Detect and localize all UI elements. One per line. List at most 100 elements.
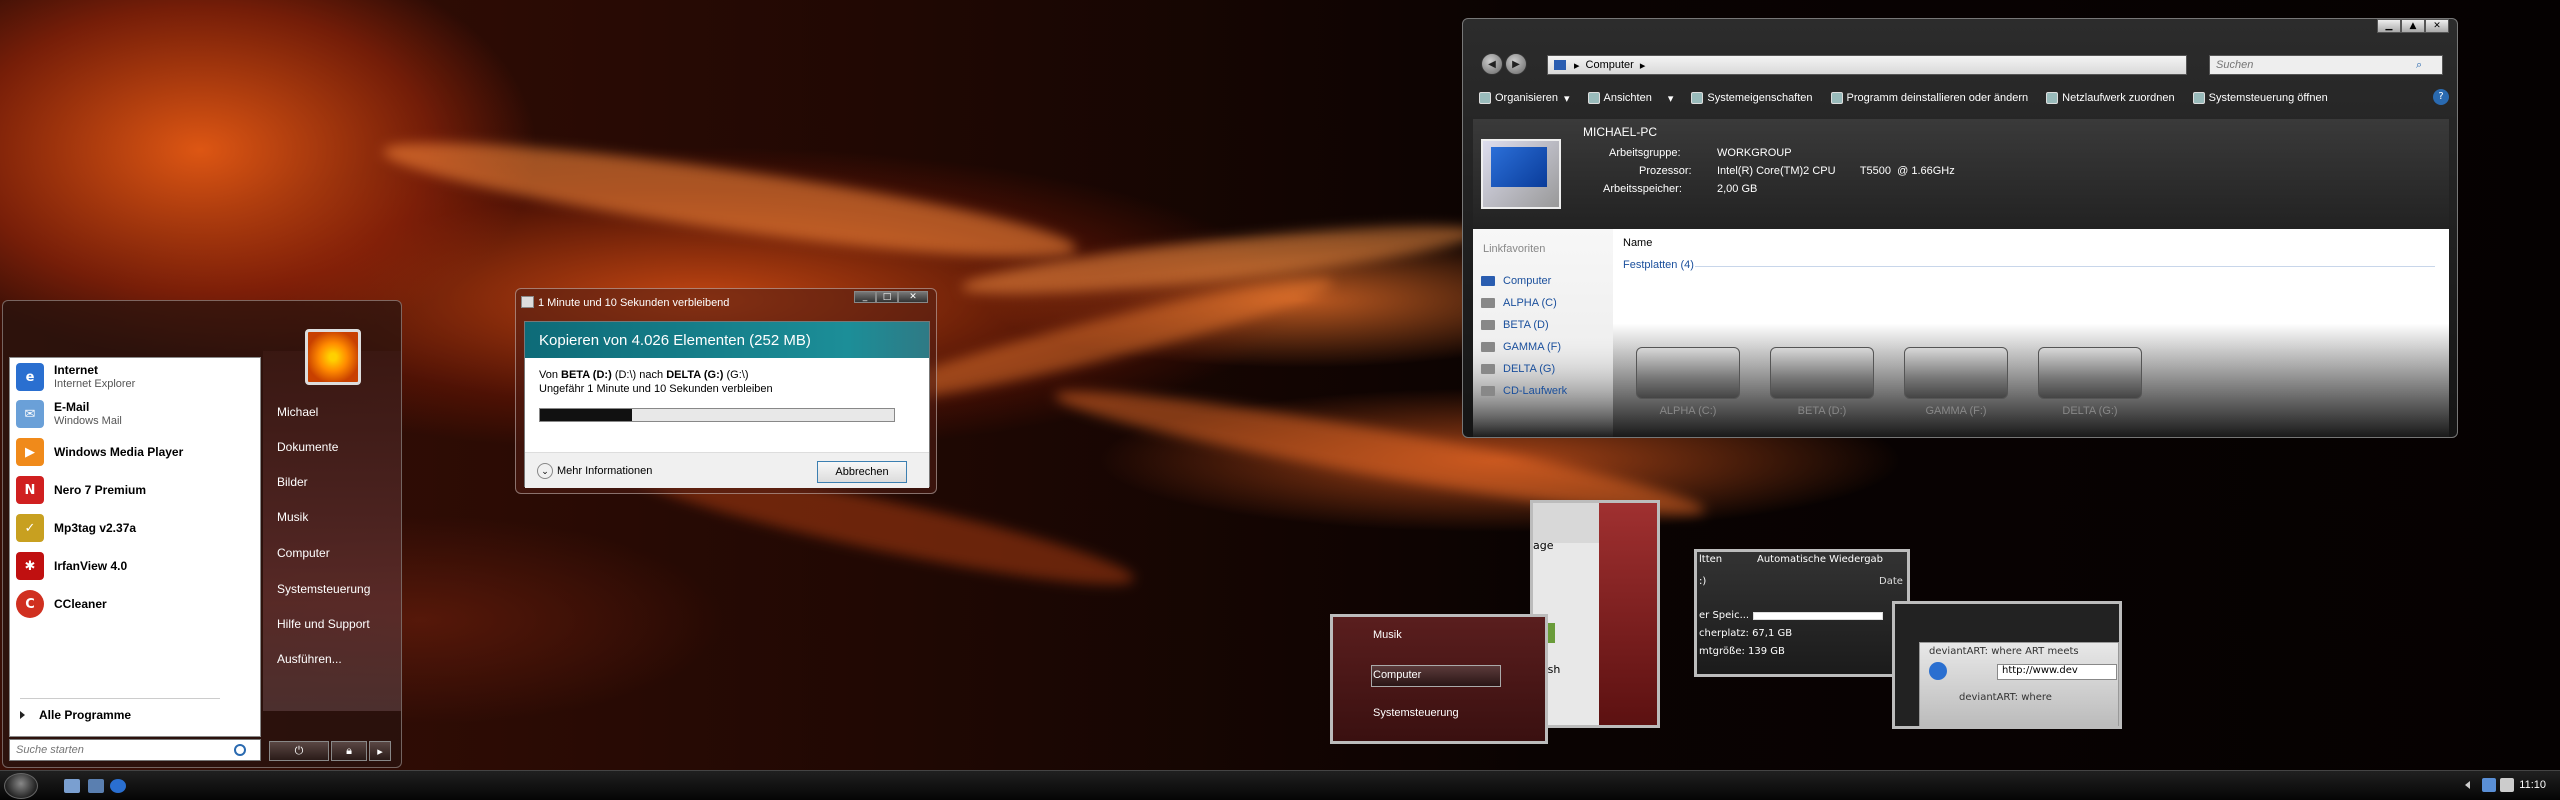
- explorer-toolbar: Organisieren ▾ Ansichten ▾ Systemeigenscha…: [1479, 87, 2449, 109]
- power-icon[interactable]: ⏻: [269, 741, 329, 761]
- tray-expand-icon[interactable]: [2465, 781, 2470, 789]
- thumbnail-text: Systemsteuerung: [1373, 707, 1459, 719]
- browser-thumbnail[interactable]: deviantART: where ART meets http://www.d…: [1892, 601, 2122, 729]
- address-bar[interactable]: ▸ Computer ▸: [1547, 55, 2187, 75]
- flower-petal: [379, 121, 1081, 279]
- group-header[interactable]: Festplatten (4): [1623, 259, 1694, 271]
- uninstall-icon: [1830, 92, 1843, 104]
- nav-item-beta[interactable]: BETA (D): [1481, 319, 1549, 331]
- lock-icon[interactable]: 🔒︎: [331, 741, 367, 761]
- start-right-michael[interactable]: Michael: [277, 405, 318, 419]
- nav-item-alpha[interactable]: ALPHA (C): [1481, 297, 1557, 309]
- start-menu-thumbnail[interactable]: Musik Computer Systemsteuerung: [1330, 614, 1548, 744]
- thumbnail-text: Musik: [1373, 629, 1402, 641]
- more-info-toggle[interactable]: ⌄ Mehr Informationen: [537, 463, 652, 479]
- start-menu-divider: [20, 698, 220, 699]
- search-icon[interactable]: ⌕: [2416, 58, 2422, 72]
- explorer-thumbnail[interactable]: ltten Automatische Wiedergab :) Date er …: [1694, 549, 1910, 677]
- workgroup-label: Arbeitsgruppe:: [1609, 147, 1681, 159]
- toolbar-organize[interactable]: Organisieren ▾: [1479, 92, 1570, 105]
- maximize-icon[interactable]: □: [876, 291, 898, 303]
- irfanview-icon: ✱: [16, 552, 44, 580]
- toolbar-system-properties[interactable]: Systemeigenschaften: [1691, 92, 1813, 104]
- start-item-internet[interactable]: e Internet Internet Explorer: [16, 360, 254, 394]
- internet-explorer-icon[interactable]: [110, 779, 126, 793]
- toolbar-label: Organisieren: [1495, 92, 1558, 104]
- clock[interactable]: 11:10: [2519, 779, 2546, 791]
- drive-beta[interactable]: BETA (D:): [1767, 347, 1877, 417]
- chevron-right-icon: ▸: [1639, 59, 1646, 72]
- all-programs-button[interactable]: Alle Programme: [16, 708, 131, 722]
- window-controls: ▁ ▲ ✕: [2377, 19, 2449, 33]
- start-right-computer[interactable]: Computer: [277, 546, 330, 560]
- network-drive-icon: [2046, 92, 2059, 104]
- start-right-music[interactable]: Musik: [277, 510, 308, 524]
- dialog-title: 1 Minute und 10 Sekunden verbleibend: [538, 297, 730, 309]
- nav-item-delta[interactable]: DELTA (G): [1481, 363, 1555, 375]
- drive-gamma[interactable]: GAMMA (F:): [1901, 347, 2011, 417]
- drive-usage-bar: [1753, 612, 1883, 620]
- show-desktop-icon[interactable]: [64, 779, 80, 793]
- start-right-run[interactable]: Ausführen...: [277, 652, 342, 666]
- forward-icon[interactable]: ▶: [1505, 53, 1527, 75]
- toolbar-control-panel[interactable]: Systemsteuerung öffnen: [2192, 92, 2328, 104]
- power-buttons: ⏻ 🔒︎ ▸: [269, 741, 393, 763]
- drive-label: BETA (D:): [1797, 405, 1847, 417]
- start-item-irfanview[interactable]: ✱ IrfanView 4.0: [16, 549, 254, 583]
- column-header-name[interactable]: Name: [1623, 237, 1652, 249]
- start-right-pictures[interactable]: Bilder: [277, 475, 308, 489]
- maximize-icon[interactable]: ▲: [2401, 19, 2425, 33]
- switch-windows-icon[interactable]: [88, 779, 104, 793]
- favorites-heading: Linkfavoriten: [1483, 243, 1546, 255]
- start-search-box[interactable]: [9, 739, 261, 761]
- to-label: nach: [639, 369, 664, 381]
- start-search-input[interactable]: [16, 744, 226, 756]
- shutdown-options-arrow-icon[interactable]: ▸: [369, 741, 391, 761]
- start-button[interactable]: [4, 773, 38, 799]
- ccleaner-icon: C: [16, 590, 44, 618]
- drive-label: GAMMA (F:): [1925, 405, 1987, 417]
- start-right-help[interactable]: Hilfe und Support: [277, 617, 370, 631]
- system-properties-icon: [1691, 92, 1704, 104]
- window-thumbnail[interactable]: age Fish: [1530, 500, 1660, 728]
- back-icon[interactable]: ◀: [1481, 53, 1503, 75]
- network-icon[interactable]: [2482, 778, 2496, 792]
- nav-item-computer[interactable]: Computer: [1481, 275, 1551, 287]
- volume-icon[interactable]: [2500, 778, 2514, 792]
- toolbar-views[interactable]: Ansichten ▾: [1587, 92, 1673, 105]
- nav-item-cd[interactable]: CD-Laufwerk: [1481, 385, 1567, 397]
- help-icon[interactable]: ?: [2433, 89, 2449, 105]
- to-path: (G:\): [726, 369, 749, 381]
- toolbar-uninstall[interactable]: Programm deinstallieren oder ändern: [1830, 92, 2028, 104]
- more-info-label: Mehr Informationen: [557, 465, 653, 477]
- close-icon[interactable]: ✕: [2425, 19, 2449, 33]
- toolbar-map-drive[interactable]: Netzlaufwerk zuordnen: [2046, 92, 2175, 104]
- close-icon[interactable]: ✕: [898, 291, 928, 303]
- search-icon[interactable]: [234, 744, 246, 756]
- back-icon: [1929, 662, 1947, 680]
- toolbar-label: Ansichten: [1603, 92, 1652, 104]
- drive-alpha[interactable]: ALPHA (C:): [1633, 347, 1743, 417]
- nero-icon: N: [16, 476, 44, 504]
- hard-drive-icon: [2038, 347, 2142, 399]
- drive-icon: [1481, 320, 1495, 330]
- copy-progress-dialog: 1 Minute und 10 Sekunden verbleibend _ □…: [515, 288, 937, 494]
- minimize-icon[interactable]: ▁: [2377, 19, 2401, 33]
- minimize-icon[interactable]: _: [854, 291, 876, 303]
- drive-delta[interactable]: DELTA (G:): [2035, 347, 2145, 417]
- start-item-media-player[interactable]: ▶ Windows Media Player: [16, 435, 254, 469]
- explorer-search[interactable]: ⌕: [2209, 55, 2443, 75]
- nav-item-gamma[interactable]: GAMMA (F): [1481, 341, 1561, 353]
- start-menu: e Internet Internet Explorer ✉ E-Mail Wind…: [2, 300, 402, 768]
- start-item-mp3tag[interactable]: ✓ Mp3tag v2.37a: [16, 511, 254, 545]
- dialog-content: Kopieren von 4.026 Elementen (252 MB) Vo…: [524, 321, 930, 488]
- start-right-documents[interactable]: Dokumente: [277, 440, 338, 454]
- start-item-ccleaner[interactable]: C CCleaner: [16, 587, 254, 621]
- cancel-button[interactable]: Abbrechen: [817, 461, 907, 483]
- explorer-search-input[interactable]: [2216, 59, 2416, 71]
- start-item-nero[interactable]: N Nero 7 Premium: [16, 473, 254, 507]
- thumbnail-text: ltten: [1699, 554, 1723, 565]
- start-item-email[interactable]: ✉ E-Mail Windows Mail: [16, 397, 254, 431]
- user-picture[interactable]: [305, 329, 361, 385]
- start-right-control-panel[interactable]: Systemsteuerung: [277, 582, 370, 596]
